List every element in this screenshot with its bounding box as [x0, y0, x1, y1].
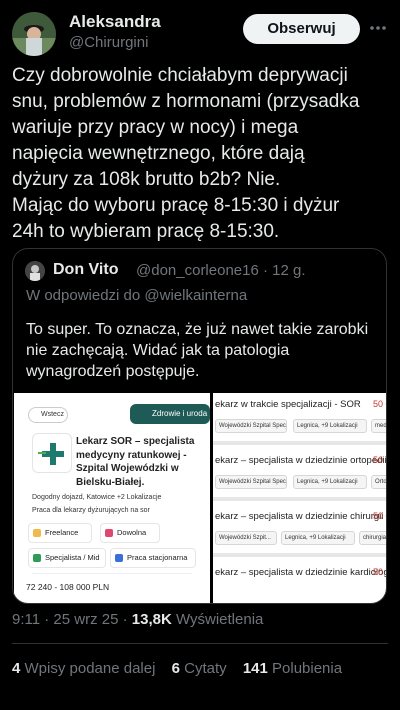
- quoted-image-job-offer[interactable]: Wstecz Zdrowie i uroda Lekarz SOR – spec…: [14, 393, 210, 603]
- divider: [12, 643, 388, 644]
- document-icon: [105, 529, 113, 537]
- quotes-label: Cytaty: [184, 660, 227, 677]
- category-chip: Zdrowie i uroda: [130, 404, 210, 424]
- likes-count: 141: [242, 660, 268, 677]
- quoted-tweet-text: To super. To oznacza, że już nawet takie…: [26, 321, 369, 380]
- category-label: Zdrowie i uroda: [152, 409, 208, 418]
- views-label: Wyświetlenia: [171, 611, 264, 628]
- location-tag: Legnica, +9 Lokalizacji: [293, 419, 367, 433]
- job-row-salary: 50 0: [373, 399, 386, 409]
- chip-dowolna: Dowolna: [100, 523, 160, 543]
- reposts-label: Wpisy podane dalej: [24, 660, 156, 677]
- reposts-stat[interactable]: 4 Wpisy podane dalej: [12, 660, 155, 677]
- location-tag: Legnica, +9 Lokalizacji: [293, 475, 367, 489]
- tweet-text: Czy dobrowolnie chciałabym deprywacji sn…: [12, 65, 360, 242]
- likes-label: Polubienia: [272, 660, 343, 677]
- briefcase-icon: [33, 529, 41, 537]
- location-icon: [115, 554, 123, 562]
- likes-stat[interactable]: 141 Polubienia: [243, 660, 342, 677]
- chip-label: Specjalista / Mid: [45, 553, 100, 562]
- author-handle[interactable]: @Chirurgini: [69, 34, 148, 51]
- job-row-title: ekarz – specjalista w dziedzinie kardiol…: [215, 567, 387, 578]
- chip-label: Freelance: [45, 528, 79, 537]
- engagement-stats: 4 Wpisy podane dalej 6 Cytaty 141 Polubi…: [12, 660, 354, 677]
- specialty-tag: Ortopedia: [371, 475, 386, 489]
- quoted-author-name: Don Vito: [53, 261, 119, 278]
- quoted-image-job-list[interactable]: ekarz w trakcie specjalizacji - SOR 50 0…: [213, 393, 387, 603]
- reposts-count: 4: [12, 660, 21, 677]
- author-name[interactable]: Aleksandra: [69, 12, 161, 32]
- job-list-row: ekarz – specjalista w dziedzinie ortoped…: [213, 449, 387, 501]
- specialty-tag: chirurgia ogólna: [359, 531, 386, 545]
- tweet-timestamp[interactable]: 9:11 · 25 wrz 25 ·: [12, 611, 132, 628]
- employer-tag: Wojewódzki Szpital Specjali...: [215, 419, 287, 433]
- quoted-tweet-header: Don Vito @don_corleone16 · 12 g.: [25, 259, 375, 281]
- job-row-title: ekarz w trakcie specjalizacji - SOR: [215, 399, 361, 410]
- quotes-count: 6: [171, 660, 180, 677]
- more-options-icon[interactable]: [368, 18, 388, 38]
- job-row-title: ekarz – specjalista w dziedzinie ortoped…: [215, 455, 387, 466]
- job-row-salary: 50 0: [373, 567, 386, 577]
- people-icon: [33, 554, 41, 562]
- chip-label: Praca stacjonarna: [127, 553, 188, 562]
- job-row-title: ekarz – specjalista w dziedzinie chirurg…: [215, 511, 387, 522]
- quoted-author-handle: @don_corleone16 · 12 g.: [136, 262, 306, 279]
- chip-label: Dowolna: [117, 528, 147, 537]
- salary-range: 72 240 - 108 000 PLN: [26, 582, 110, 592]
- job-list-row: ekarz – specjalista w dziedzinie chirurg…: [213, 505, 387, 557]
- hospital-logo: [32, 433, 72, 473]
- follow-button[interactable]: Obserwuj: [243, 14, 360, 44]
- chip-level: Specjalista / Mid: [28, 548, 106, 568]
- employer-tag: Wojewódzki Szpital Specjali...: [215, 475, 287, 489]
- job-note: Praca dla lekarzy dyżurujących na sor: [32, 507, 150, 514]
- author-avatar[interactable]: [12, 12, 56, 56]
- location-tag: Legnica, +9 Lokalizacji: [281, 531, 355, 545]
- quoted-author-avatar: [25, 261, 45, 281]
- job-title: Lekarz SOR – specjalista medycyny ratunk…: [76, 436, 195, 488]
- job-location: Dogodny dojazd, Katowice +2 Lokalizacje: [32, 494, 162, 501]
- quoted-tweet[interactable]: Don Vito @don_corleone16 · 12 g. W odpow…: [12, 248, 387, 604]
- job-row-salary: 50 0: [373, 511, 386, 521]
- back-button: Wstecz: [28, 407, 68, 423]
- job-row-salary: 50 0: [373, 455, 386, 465]
- specialty-tag: medycy: [371, 419, 386, 433]
- job-list-row: ekarz – specjalista w dziedzinie kardiol…: [213, 561, 387, 603]
- quotes-stat[interactable]: 6 Cytaty: [172, 660, 227, 677]
- job-list-row: ekarz w trakcie specjalizacji - SOR 50 0…: [213, 393, 386, 445]
- tweet-meta: 9:11 · 25 wrz 25 · 13,8K Wyświetlenia: [12, 611, 263, 628]
- views-count: 13,8K: [131, 611, 172, 628]
- chip-work-mode: Praca stacjonarna: [110, 548, 196, 568]
- employer-tag: Wojewódzki Szpit...: [215, 531, 277, 545]
- tweet-header: Aleksandra @Chirurgini Obserwuj: [12, 12, 388, 56]
- chip-freelance: Freelance: [28, 523, 92, 543]
- reply-context: W odpowiedzi do @wielkainterna: [26, 287, 248, 304]
